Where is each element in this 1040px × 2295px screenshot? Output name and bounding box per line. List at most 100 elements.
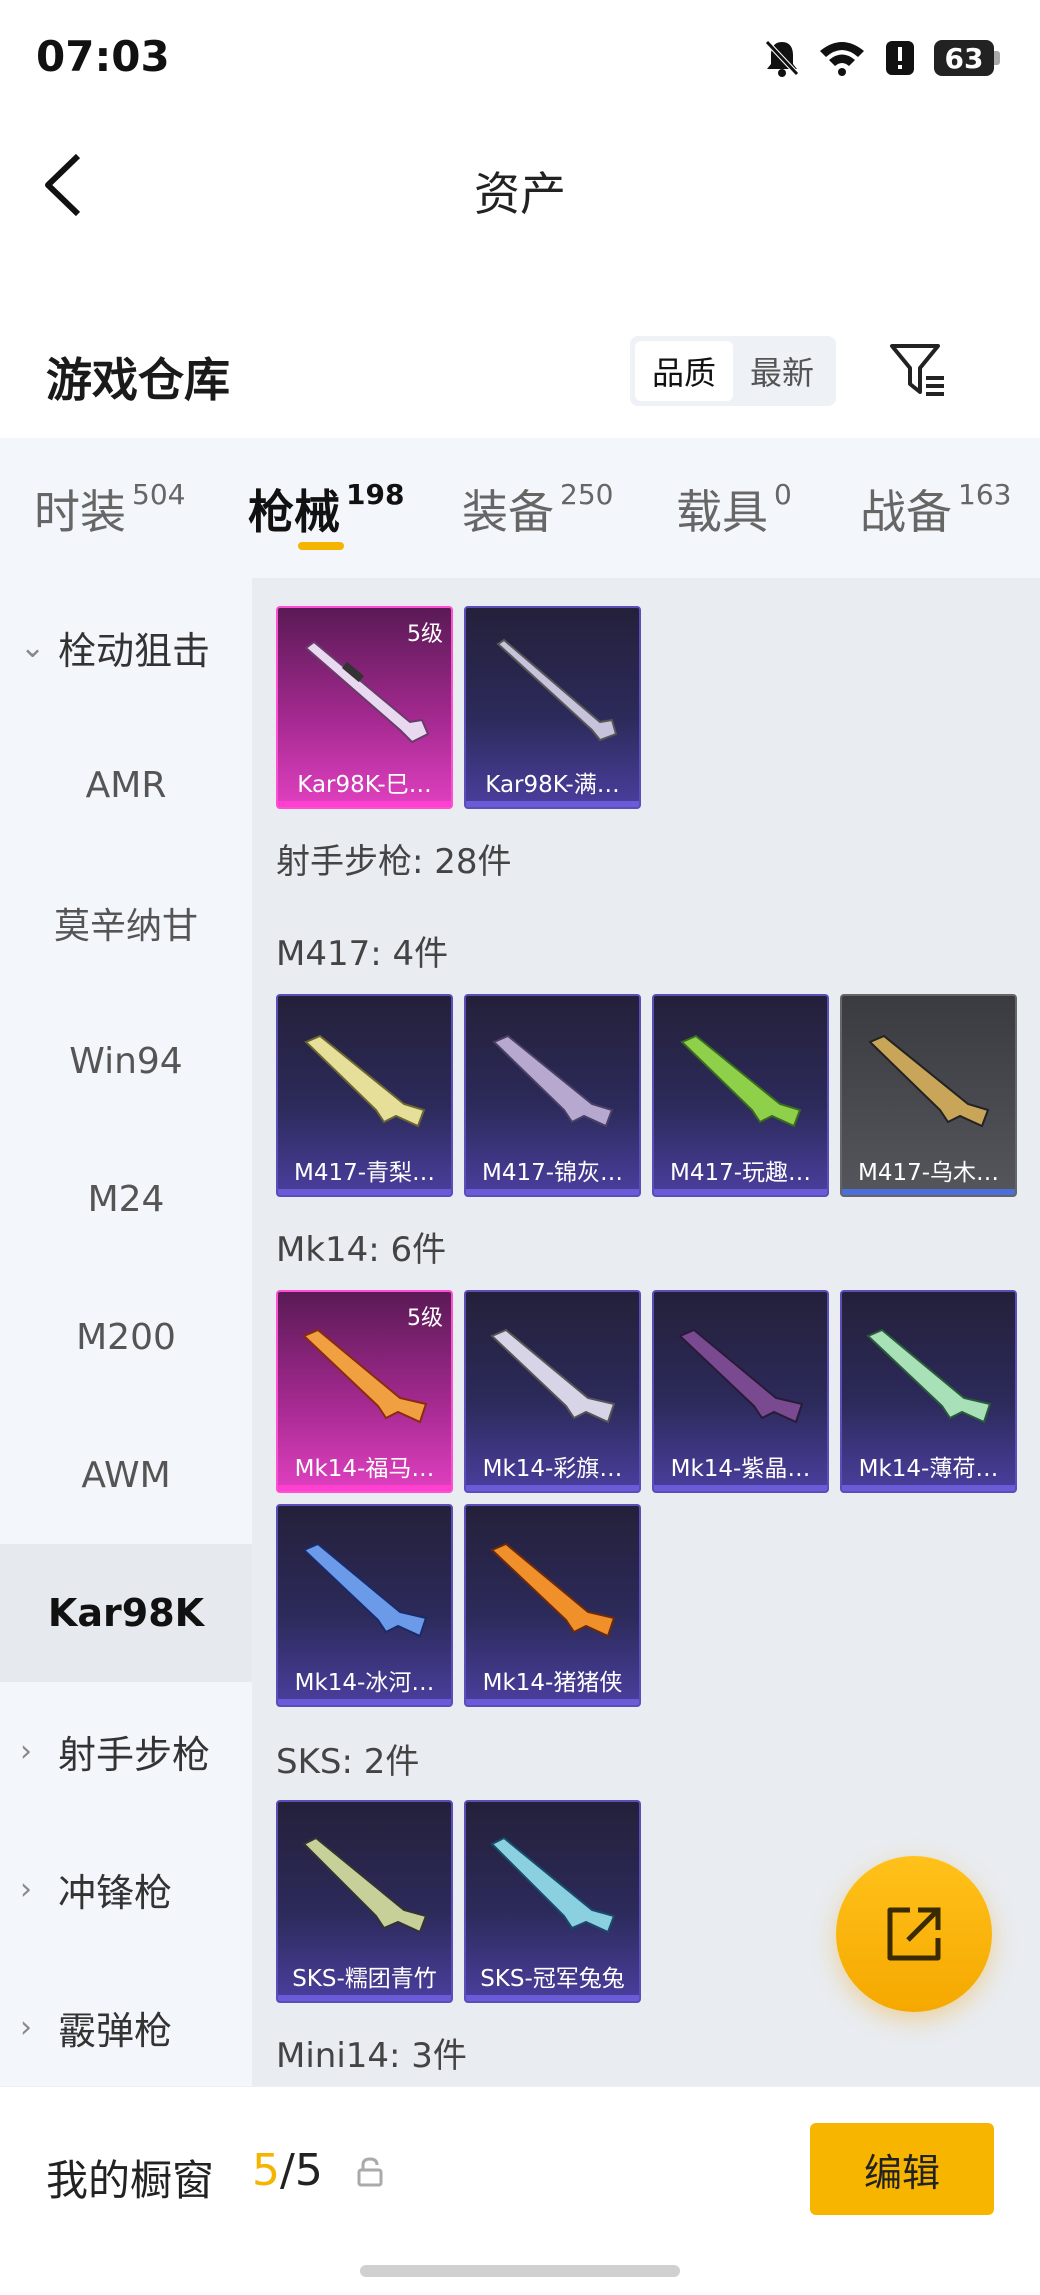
sort-option-newest[interactable]: 最新 xyxy=(733,341,831,401)
active-tab-indicator xyxy=(298,542,344,550)
section-title: Mini14: 3件 xyxy=(276,2036,467,2076)
chevron-down-icon: ⌄ xyxy=(20,629,46,665)
showcase-count-separator: / xyxy=(280,2145,295,2196)
rifle-image xyxy=(304,1034,426,1128)
weapon-card[interactable]: Mk14-冰河… xyxy=(276,1504,453,1707)
sidebar-group-dmr[interactable]: › 射手步枪 xyxy=(0,1682,252,1820)
edit-button[interactable]: 编辑 xyxy=(810,2123,994,2215)
card-name: Mk14-福马… xyxy=(294,1456,435,1482)
card-name: Kar98K-满… xyxy=(485,772,620,798)
rifle-image xyxy=(490,1836,616,1934)
rarity-bar xyxy=(466,801,639,807)
tab-weapons[interactable]: 枪械 198 xyxy=(248,476,404,542)
alert-icon xyxy=(886,41,914,75)
tab-label: 时装 xyxy=(34,485,126,539)
weapon-type-sidebar: ⌄ 栓动狙击 AMR 莫辛纳甘 Win94 M24 M200 AWM Kar98… xyxy=(0,578,252,2086)
tab-vehicles[interactable]: 载具 0 xyxy=(676,476,792,542)
section-title: SKS: 2件 xyxy=(276,1742,420,1782)
rarity-bar xyxy=(278,1699,451,1705)
sidebar-group-bolt-action[interactable]: ⌄ 栓动狙击 xyxy=(0,578,252,716)
rifle-image xyxy=(492,1034,614,1128)
tab-count: 0 xyxy=(774,478,792,511)
rarity-bar xyxy=(466,1699,639,1705)
tab-count: 198 xyxy=(346,478,405,511)
card-name: M417-玩趣… xyxy=(669,1160,812,1186)
sidebar-group-label: 霰弹枪 xyxy=(58,2008,173,2053)
bell-off-icon xyxy=(765,40,799,77)
tab-count: 163 xyxy=(958,478,1012,511)
card-level: 5级 xyxy=(407,1306,443,1331)
rarity-bar xyxy=(466,1189,639,1195)
section-title: M417: 4件 xyxy=(276,934,449,974)
rarity-bar xyxy=(654,1485,827,1491)
filter-button[interactable] xyxy=(888,340,948,400)
card-name: Kar98K-巳… xyxy=(297,772,432,798)
sidebar-item-awm[interactable]: AWM xyxy=(0,1406,252,1544)
weapon-card[interactable]: Mk14-紫晶… xyxy=(652,1290,829,1493)
weapon-card[interactable]: 5级 Mk14-福马… xyxy=(276,1290,453,1493)
showcase-count-current: 5 xyxy=(252,2145,280,2196)
card-name: Mk14-彩旗… xyxy=(482,1456,623,1482)
tab-label: 装备 xyxy=(462,485,554,539)
tab-label: 枪械 xyxy=(248,485,340,539)
status-icons: 63 xyxy=(764,38,1000,78)
sidebar-item-amr[interactable]: AMR xyxy=(0,716,252,854)
rifle-image xyxy=(496,638,618,742)
rifle-image xyxy=(868,1034,990,1128)
rifle-image xyxy=(302,1836,428,1934)
section-title: Mk14: 6件 xyxy=(276,1230,447,1270)
tab-equipment[interactable]: 装备 250 xyxy=(462,476,613,542)
weapon-card[interactable]: M417-锦灰… xyxy=(464,994,641,1197)
showcase-count-total: 5 xyxy=(294,2145,323,2196)
weapon-card[interactable]: M417-乌木… xyxy=(840,994,1017,1197)
sidebar-group-label: 栓动狙击 xyxy=(58,628,211,673)
weapon-card[interactable]: SKS-冠军兔兔 xyxy=(464,1800,641,2003)
sidebar-item-m24[interactable]: M24 xyxy=(0,1130,252,1268)
tab-count: 504 xyxy=(132,478,186,511)
status-time: 07:03 xyxy=(36,32,170,81)
tab-count: 250 xyxy=(560,478,614,511)
weapon-card[interactable]: M417-玩趣… xyxy=(652,994,829,1197)
weapon-card[interactable]: Kar98K-满… xyxy=(464,606,641,809)
section-title: 射手步枪: 28件 xyxy=(276,842,512,882)
weapon-card[interactable]: 5级 Kar98K-巳… xyxy=(276,606,453,809)
card-name: M417-乌木… xyxy=(857,1160,1000,1186)
showcase-bar: 我的橱窗 5/5 编辑 xyxy=(0,2086,1040,2295)
rifle-image xyxy=(302,1328,428,1424)
category-tabs: 时装 504 枪械 198 装备 250 载具 0 战备 163 xyxy=(0,438,1040,578)
sidebar-group-shotgun[interactable]: › 霰弹枪 xyxy=(0,1958,252,2096)
rifle-image xyxy=(490,1328,616,1424)
sidebar-item-kar98k[interactable]: Kar98K xyxy=(0,1544,252,1682)
rarity-bar xyxy=(278,801,451,807)
app-header: 资产 xyxy=(0,120,1040,250)
weapon-card[interactable]: M417-青梨… xyxy=(276,994,453,1197)
rarity-bar xyxy=(466,1995,639,2001)
sidebar-item-m200[interactable]: M200 xyxy=(0,1268,252,1406)
card-name: SKS-糯团青竹 xyxy=(292,1966,437,1992)
weapon-card[interactable]: Mk14-薄荷… xyxy=(840,1290,1017,1493)
lock-icon xyxy=(357,2157,383,2187)
weapon-card[interactable]: Mk14-猪猪侠 xyxy=(464,1504,641,1707)
chevron-right-icon: › xyxy=(20,2009,32,2045)
tab-outfits[interactable]: 时装 504 xyxy=(34,476,185,542)
weapon-card[interactable]: SKS-糯团青竹 xyxy=(276,1800,453,2003)
rifle-image xyxy=(866,1328,992,1424)
sidebar-item-mosin[interactable]: 莫辛纳甘 xyxy=(0,854,252,992)
sort-option-quality[interactable]: 品质 xyxy=(635,341,733,401)
share-button[interactable] xyxy=(836,1856,992,2012)
tab-gear[interactable]: 战备 163 xyxy=(860,476,1011,542)
rarity-bar xyxy=(842,1485,1015,1491)
home-indicator[interactable] xyxy=(360,2265,680,2277)
sort-toggle: 品质 最新 xyxy=(630,336,836,406)
warehouse-title: 游戏仓库 xyxy=(46,353,230,407)
rifle-image xyxy=(490,1542,616,1638)
showcase-label: 我的橱窗 xyxy=(46,2156,215,2205)
tab-label: 战备 xyxy=(860,485,952,539)
sidebar-group-smg[interactable]: › 冲锋枪 xyxy=(0,1820,252,1958)
weapon-card[interactable]: Mk14-彩旗… xyxy=(464,1290,641,1493)
rarity-bar xyxy=(654,1189,827,1195)
sidebar-item-win94[interactable]: Win94 xyxy=(0,992,252,1130)
filter-icon xyxy=(890,344,944,396)
rifle-image xyxy=(302,1542,428,1638)
sidebar-group-label: 射手步枪 xyxy=(58,1732,211,1777)
